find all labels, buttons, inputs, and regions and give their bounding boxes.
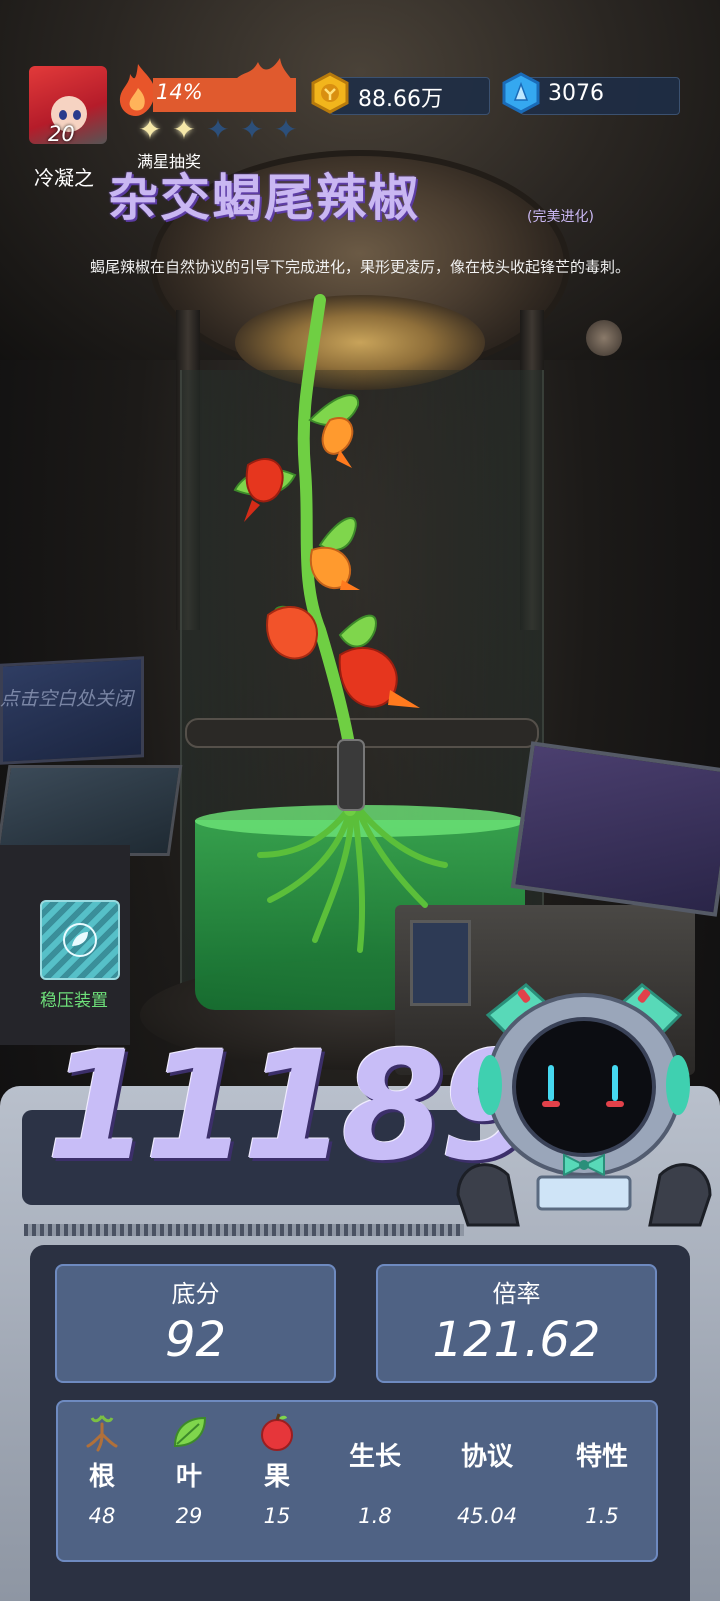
attr-leaf: 叶: [140, 1412, 238, 1493]
multiplier-card: 倍率 121.62: [376, 1264, 657, 1383]
player-level: 20: [48, 122, 75, 146]
attr-fruit-value: 15: [263, 1504, 291, 1528]
attr-fruit: 果: [228, 1412, 326, 1493]
attr-growth-label: 生长: [348, 1442, 401, 1472]
base-score-card: 底分 92: [55, 1264, 336, 1383]
plant-name: 杂交蝎尾辣椒: [108, 169, 420, 227]
blue-gem-icon: [502, 72, 540, 114]
star-icon: ✦: [240, 113, 264, 146]
close-hint[interactable]: 点击空白处关闭: [0, 684, 133, 711]
stabilizer-icon: [63, 923, 97, 957]
attr-protocol-value: 45.04: [456, 1504, 518, 1528]
attr-trait: 特性: [553, 1436, 651, 1473]
right-monitor: [510, 741, 720, 917]
fruit-icon: [261, 1413, 293, 1451]
panel-vent-strip: [24, 1224, 464, 1236]
multiplier-value: 121.62: [432, 1312, 601, 1368]
energy-percent: 14%: [156, 80, 203, 104]
star-icon: ✦: [138, 113, 162, 146]
attr-leaf-value: 29: [175, 1504, 203, 1528]
gold-coin-icon: [311, 72, 349, 114]
attr-trait-label: 特性: [575, 1442, 628, 1472]
attr-leaf-label: 叶: [175, 1462, 202, 1492]
attr-root-value: 48: [88, 1504, 116, 1528]
root-icon: [86, 1415, 118, 1452]
multiplier-label: 倍率: [492, 1280, 541, 1308]
gem-amount: 3076: [548, 81, 604, 106]
leaf-icon: [173, 1416, 207, 1448]
star-icon: ✦: [274, 113, 298, 146]
attribute-card: 根 叶 果 生长 协议 特性 48 29 15 1.8 45.04 1.5: [56, 1400, 658, 1562]
energy-bar-flame-tips: [230, 58, 296, 88]
left-console-screen: [0, 765, 183, 856]
gold-amount: 88.66万: [358, 87, 443, 112]
avatar-eye-right: [73, 110, 81, 120]
attr-root: 根: [53, 1412, 151, 1493]
attr-protocol: 协议: [438, 1436, 536, 1473]
attr-fruit-label: 果: [263, 1462, 290, 1492]
title-prefix: 冷凝之: [34, 166, 94, 190]
attr-root-label: 根: [88, 1462, 115, 1492]
robot-mascot: [456, 983, 712, 1227]
evolution-tag: (完美进化): [527, 209, 594, 225]
scorpion-pepper-plant: [233, 294, 448, 953]
wall-orb: [586, 320, 622, 356]
avatar-eye-left: [59, 110, 67, 120]
star-icon: ✦: [206, 113, 230, 146]
plant-description: 蝎尾辣椒在自然协议的引导下完成进化，果形更凌厉，像在枝头收起锋芒的毒刺。: [89, 258, 630, 276]
attr-growth: 生长: [326, 1436, 424, 1473]
stabilizer-button[interactable]: [40, 900, 120, 980]
attr-protocol-label: 协议: [460, 1442, 513, 1472]
star-icon: ✦: [172, 113, 196, 146]
stabilizer-label: 稳压装置: [40, 991, 108, 1011]
attr-growth-value: 1.8: [358, 1504, 392, 1528]
base-score-value: 92: [164, 1312, 227, 1368]
base-score-label: 底分: [171, 1280, 220, 1308]
evolution-stars: ✦ ✦ ✦ ✦ ✦: [136, 116, 300, 146]
attr-trait-value: 1.5: [585, 1504, 619, 1528]
